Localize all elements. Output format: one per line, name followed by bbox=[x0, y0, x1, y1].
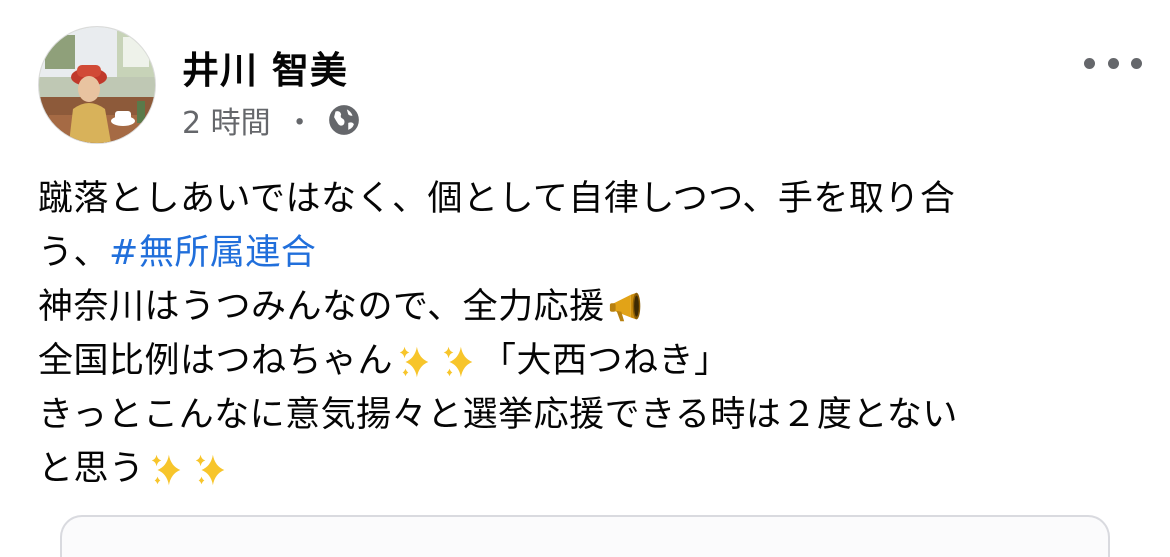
meta-separator: ・ bbox=[284, 106, 315, 141]
post-text-line-1: 蹴落としあいではなく、個として自律しつつ、手を取り合 bbox=[38, 179, 956, 219]
sparkles-emoji bbox=[192, 451, 230, 489]
post-timestamp[interactable]: 2 時間 bbox=[182, 98, 271, 142]
link-preview-card-edge[interactable] bbox=[60, 515, 1110, 557]
post-text-segment: 全国比例はつねちゃん bbox=[38, 341, 394, 381]
post-text-line-5: きっとこんなに意気揚々と選挙応援できる時は２度とない bbox=[38, 395, 958, 435]
post-text-segment: 神奈川はうつみんなので、全力応援 bbox=[38, 287, 605, 327]
sparkles-emoji bbox=[148, 451, 186, 489]
more-dot bbox=[1131, 57, 1142, 69]
post-header: 井川 智美 2 時間 ・ bbox=[38, 26, 1142, 144]
sparkles-emoji bbox=[396, 343, 434, 381]
post-text-line-2: う、#無所属連合 bbox=[38, 226, 1148, 280]
post-body: 蹴落としあいではなく、個として自律しつつ、手を取り合 う、#無所属連合 神奈川は… bbox=[38, 172, 1148, 496]
post-text-line-6: と思う bbox=[38, 442, 1148, 496]
more-dot bbox=[1107, 57, 1119, 69]
facebook-post: 井川 智美 2 時間 ・ 蹴落としあいではなく、個として自律しつつ、手を取り合 … bbox=[0, 0, 1170, 557]
post-meta: 2 時間 ・ bbox=[182, 98, 361, 142]
hashtag-link[interactable]: #無所属連合 bbox=[109, 233, 316, 273]
post-text-segment: と思う bbox=[38, 449, 145, 489]
more-dot bbox=[1084, 57, 1095, 69]
sparkles-emoji bbox=[440, 343, 478, 381]
megaphone-emoji bbox=[608, 289, 646, 327]
post-text-segment: 「大西つねき」 bbox=[481, 341, 730, 381]
more-options-button[interactable] bbox=[1084, 48, 1142, 78]
globe-icon[interactable] bbox=[327, 103, 361, 137]
post-text-line-4: 全国比例はつねちゃん 「大西つねき」 bbox=[38, 334, 1148, 388]
author-name[interactable]: 井川 智美 bbox=[182, 40, 348, 94]
post-text-segment: う、 bbox=[38, 233, 110, 273]
post-text-line-3: 神奈川はうつみんなので、全力応援 bbox=[38, 280, 1148, 334]
profile-photo bbox=[39, 27, 155, 143]
author-avatar[interactable] bbox=[38, 26, 156, 144]
